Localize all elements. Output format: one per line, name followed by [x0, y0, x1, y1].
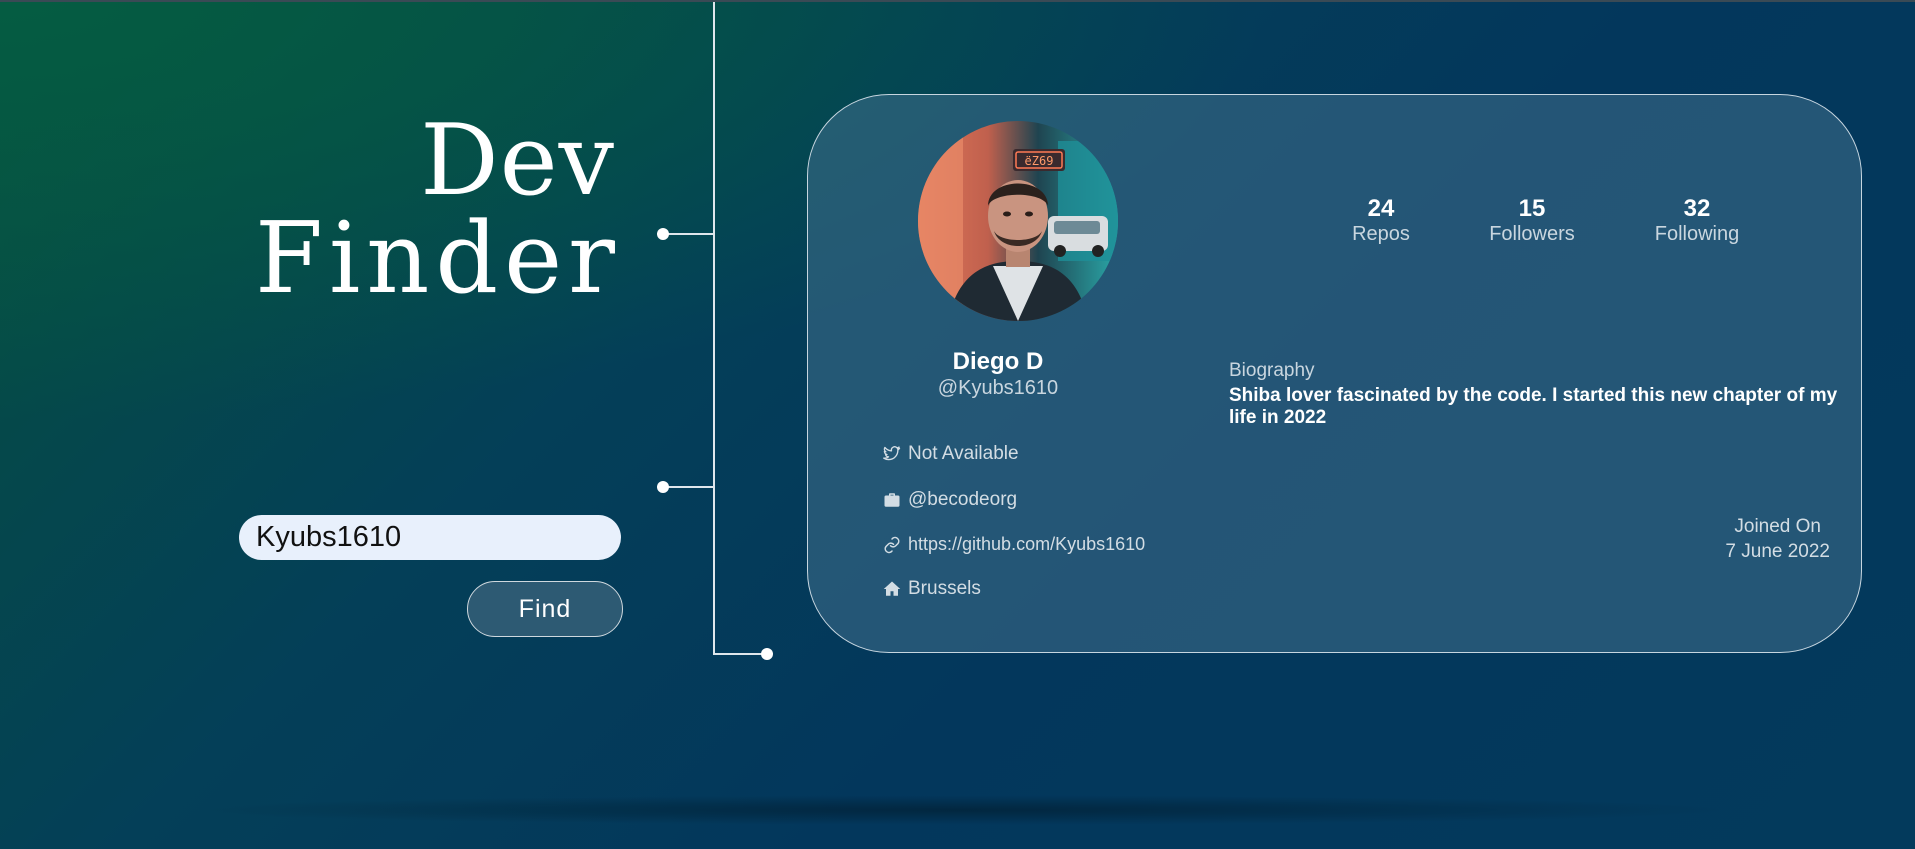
blog-link[interactable]: https://github.com/Kyubs1610 [908, 534, 1145, 555]
connector-card-dot [761, 648, 773, 660]
stat-following-value: 32 [1683, 195, 1711, 222]
location-row: Brussels [883, 578, 981, 600]
profile-login: @Kyubs1610 [937, 377, 1059, 399]
connector-title-line [663, 233, 714, 235]
app-title-line2: Finder [254, 202, 621, 316]
stat-followers-value: 15 [1518, 195, 1546, 222]
app-title-line1: Dev [420, 104, 615, 218]
home-icon [883, 580, 901, 598]
username-search-input[interactable] [239, 515, 621, 560]
connector-search-line [663, 486, 714, 488]
stat-followers-label: Followers [1489, 223, 1575, 245]
stat-following: 32 Following [1637, 196, 1757, 246]
briefcase-icon [883, 491, 901, 509]
stat-following-label: Following [1654, 223, 1740, 245]
stat-repos-label: Repos [1352, 223, 1410, 245]
joined-label: Joined On [1734, 516, 1821, 537]
twitter-icon [883, 445, 901, 463]
stat-repos: 24 Repos [1321, 196, 1441, 246]
company-value: @becodeorg [908, 489, 1018, 510]
avatar: ёZ69 [918, 121, 1118, 321]
twitter-value: Not Available [908, 443, 1019, 464]
floor-shadow [180, 795, 1740, 825]
stat-repos-value: 24 [1367, 195, 1395, 222]
find-button[interactable]: Find [467, 581, 623, 637]
svg-text:ёZ69: ёZ69 [1025, 154, 1054, 168]
joined-date: 7 June 2022 [1725, 541, 1830, 562]
biography-text: Shiba lover fascinated by the code. I st… [1229, 385, 1838, 428]
location-value: Brussels [908, 578, 981, 599]
profile-name: Diego D [952, 348, 1044, 375]
connector-title-dot [657, 228, 669, 240]
connector-search-dot [657, 481, 669, 493]
company-row: @becodeorg [883, 489, 1017, 511]
joined-info: Joined On 7 June 2022 [1725, 514, 1830, 564]
avatar-image: ёZ69 [918, 121, 1118, 321]
connector-card-line [713, 653, 767, 655]
twitter-row: Not Available [883, 443, 1019, 465]
app-title: Dev Finder [255, 112, 615, 308]
connector-vertical-line [713, 2, 715, 654]
link-icon [883, 536, 901, 554]
top-border [0, 0, 1915, 2]
biography-label: Biography [1229, 360, 1315, 381]
blog-row: https://github.com/Kyubs1610 [883, 534, 1145, 555]
stat-followers: 15 Followers [1472, 196, 1592, 246]
